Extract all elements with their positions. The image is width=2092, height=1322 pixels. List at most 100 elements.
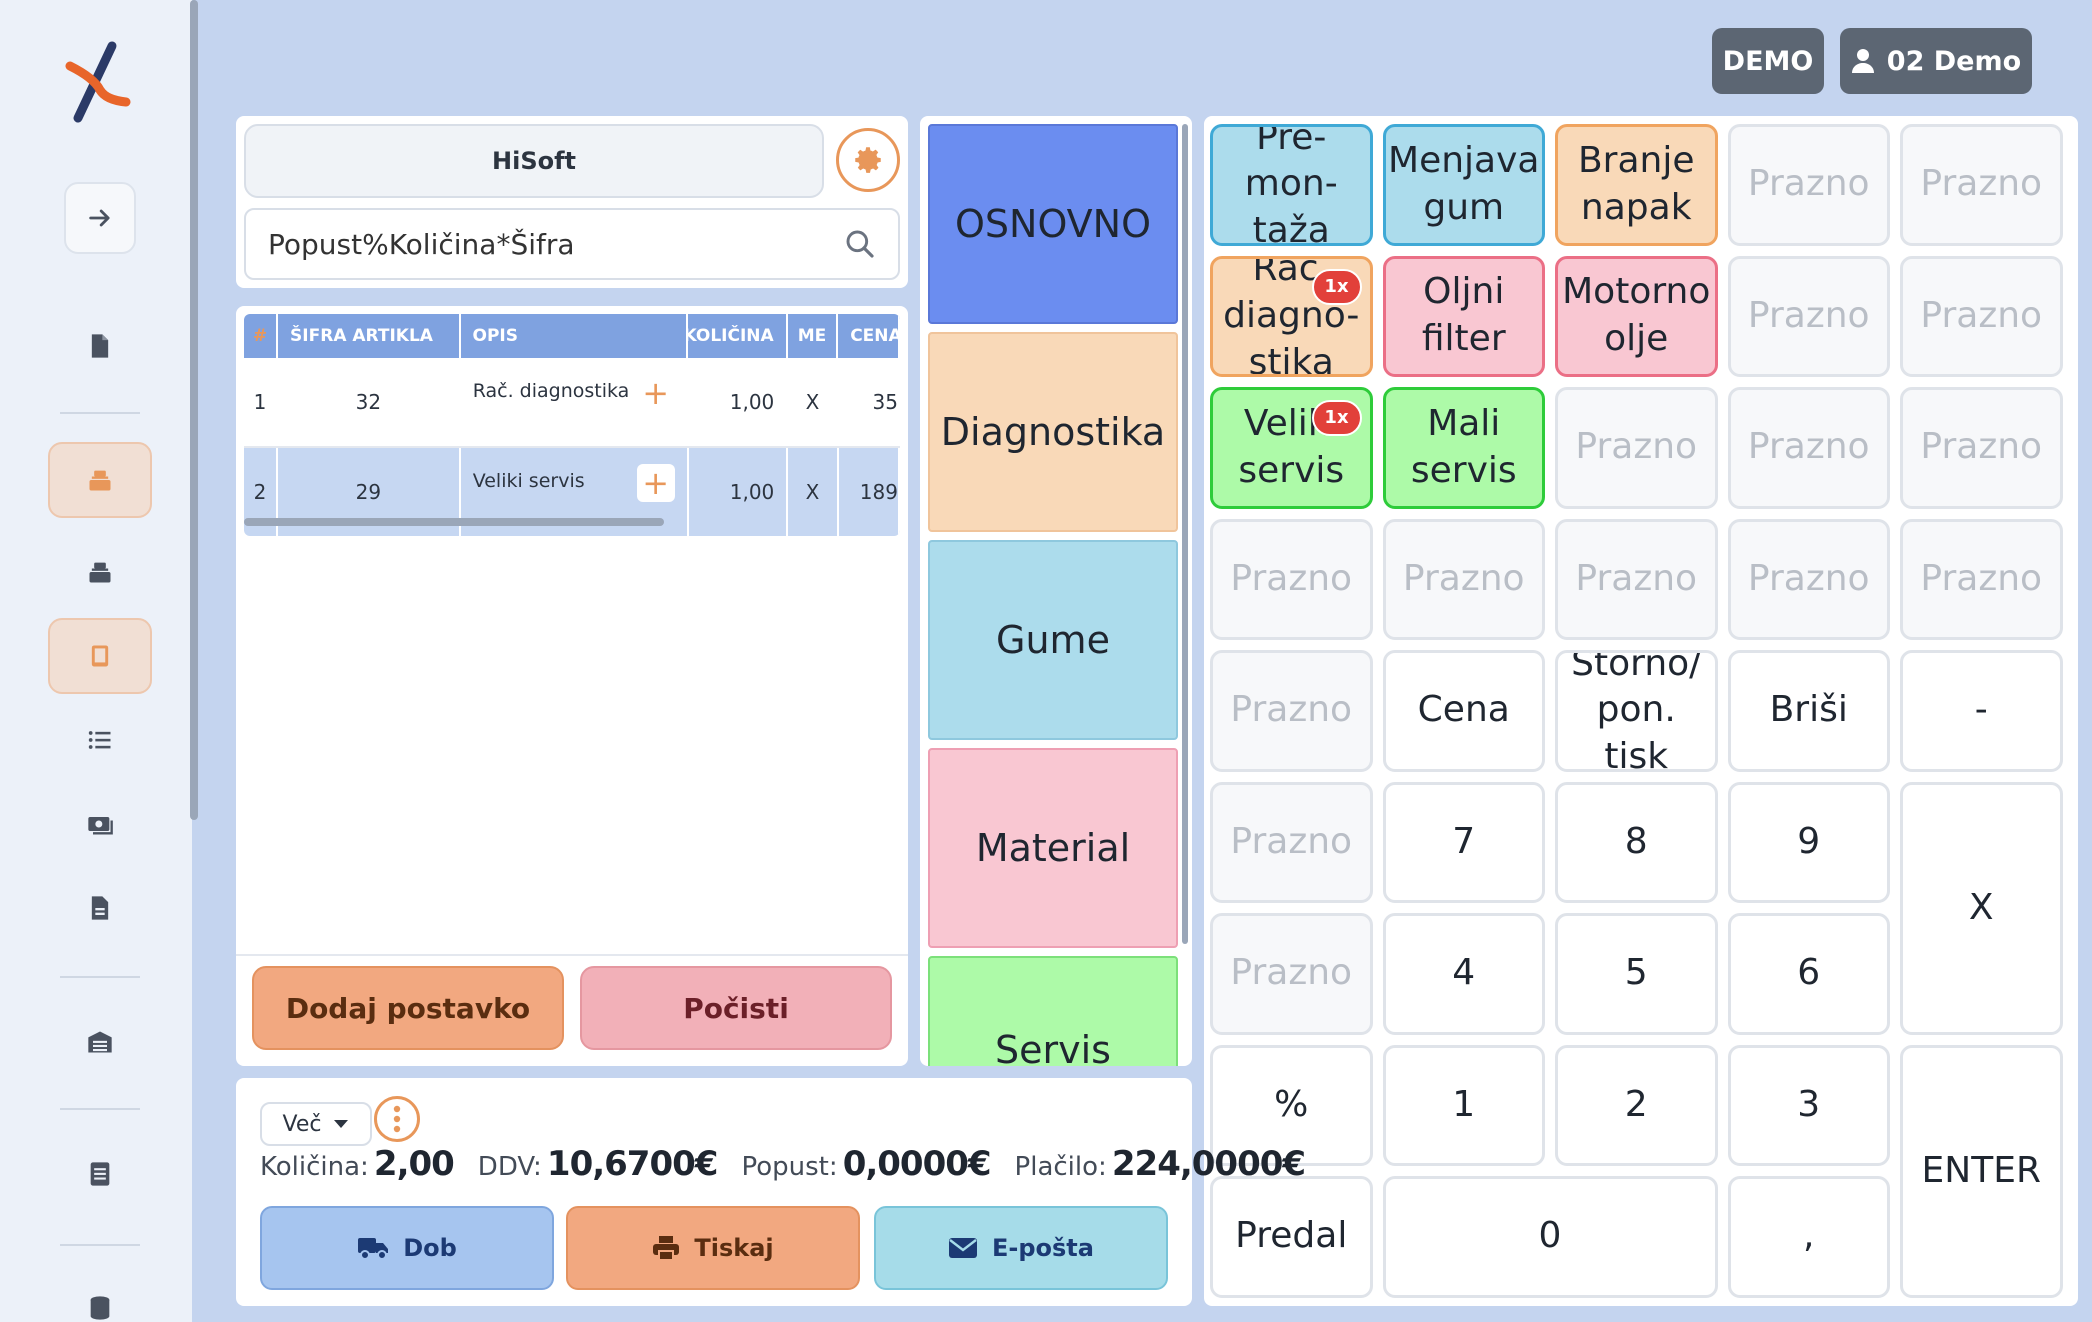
key-digit-2[interactable]: 2 <box>1555 1044 1718 1166</box>
search-input[interactable] <box>268 227 844 261</box>
plus-icon[interactable]: + <box>636 464 675 502</box>
key-empty: Prazno <box>1555 518 1718 640</box>
vat-value: 10,6700€ <box>546 1144 719 1184</box>
key-premontaza[interactable]: Pre- mon- taža <box>1210 124 1373 246</box>
search-panel: HiSoft <box>236 116 908 288</box>
sidebar-item-book[interactable] <box>48 1136 152 1212</box>
category-gume[interactable]: Gume <box>928 540 1178 740</box>
column-header[interactable]: OPIS <box>461 314 689 358</box>
key-digit-9[interactable]: 9 <box>1727 781 1890 903</box>
user-icon <box>1851 49 1874 73</box>
key-digit-0[interactable]: 0 <box>1382 1176 1718 1298</box>
more-label: Več <box>282 1111 322 1137</box>
key-label: Prazno <box>1747 294 1870 336</box>
table-scrollbar[interactable] <box>244 518 664 526</box>
key-mali-servis[interactable]: Mali servis <box>1382 387 1545 509</box>
column-header[interactable]: KOLIČINA <box>688 314 788 358</box>
sidebar-item-warehouse[interactable] <box>48 1004 152 1080</box>
key-label: Prazno <box>1230 557 1353 599</box>
key-price[interactable]: Cena <box>1382 650 1545 772</box>
expand-sidebar-button[interactable] <box>64 182 136 254</box>
category-servis[interactable]: Servis <box>928 956 1178 1066</box>
key-comma[interactable]: , <box>1727 1176 1890 1298</box>
quantity-value: 2,00 <box>373 1144 455 1184</box>
gear-icon <box>855 147 881 173</box>
key-branje-napak[interactable]: Branje napak <box>1555 124 1718 246</box>
key-empty: Prazno <box>1382 518 1545 640</box>
search-box[interactable] <box>244 208 900 280</box>
key-digit-6[interactable]: 6 <box>1727 913 1890 1035</box>
sidebar-item-documents[interactable] <box>48 308 152 384</box>
sidebar-scrollbar[interactable] <box>190 0 198 820</box>
sidebar-item-tablet[interactable] <box>48 618 152 694</box>
key-storno[interactable]: Storno/ pon. tisk <box>1555 650 1718 772</box>
search-icon[interactable] <box>844 228 876 260</box>
key-minus[interactable]: - <box>1900 650 2063 772</box>
item-description: Veliki servis <box>472 470 585 492</box>
key-digit-1[interactable]: 1 <box>1382 1044 1545 1166</box>
plus-icon[interactable]: + <box>637 374 675 412</box>
key-oljni-filter[interactable]: Oljni filter <box>1382 255 1545 377</box>
column-header[interactable]: ŠIFRA ARTIKLA <box>278 314 461 358</box>
column-header[interactable]: # <box>244 314 279 358</box>
key-empty: Prazno <box>1210 650 1373 772</box>
key-label: 4 <box>1452 952 1476 994</box>
file-invoice-icon <box>91 896 109 920</box>
settings-button[interactable] <box>836 128 900 192</box>
key-enter[interactable]: ENTER <box>1900 1044 2063 1298</box>
key-label: Prazno <box>1920 294 2043 336</box>
key-digit-3[interactable]: 3 <box>1727 1044 1890 1166</box>
key-drawer[interactable]: Predal <box>1210 1176 1373 1298</box>
key-motorno-olje[interactable]: Motorno olje <box>1555 255 1718 377</box>
column-header[interactable]: CENA <box>838 314 900 358</box>
company-button[interactable]: HiSoft <box>244 124 824 198</box>
category-material[interactable]: Material <box>928 748 1178 948</box>
item-quantity: 1,00 <box>689 358 789 446</box>
key-label: % <box>1274 1083 1309 1125</box>
key-digit-5[interactable]: 5 <box>1555 913 1718 1035</box>
demo-badge[interactable]: DEMO <box>1712 28 1824 94</box>
column-header[interactable]: ME <box>788 314 839 358</box>
caret-down-icon <box>334 1120 349 1128</box>
email-button[interactable]: E-pošta <box>874 1206 1168 1290</box>
key-digit-7[interactable]: 7 <box>1382 781 1545 903</box>
key-label: Prazno <box>1920 557 2043 599</box>
category-osnovno[interactable]: OSNOVNO <box>928 124 1178 324</box>
key-rac-diagnostika[interactable]: Rač. diagno- stika 1x <box>1210 255 1373 377</box>
key-empty: Prazno <box>1210 518 1373 640</box>
summary-panel: Več Količina: 2,00 DDV: 10,6700€ Popust:… <box>236 1078 1306 1306</box>
user-menu-button[interactable]: 02 Demo <box>1840 28 2032 94</box>
key-label: , <box>1803 1215 1815 1257</box>
item-description-cell: Rač. diagnostika + <box>461 358 689 446</box>
more-dropdown[interactable]: Več <box>260 1102 372 1146</box>
options-button[interactable] <box>374 1096 420 1142</box>
category-scrollbar[interactable] <box>1182 124 1188 944</box>
sidebar-item-database[interactable] <box>48 1270 152 1322</box>
key-label: Prazno <box>1747 557 1870 599</box>
clear-button[interactable]: Počisti <box>580 966 892 1050</box>
key-empty: Prazno <box>1900 124 2063 246</box>
key-multiply[interactable]: X <box>1900 781 2063 1035</box>
category-diagnostika[interactable]: Diagnostika <box>928 332 1178 532</box>
key-veliki-servis[interactable]: Veliki servis 1x <box>1210 387 1373 509</box>
totals-row: Količina: 2,00 DDV: 10,6700€ Popust: 0,0… <box>260 1144 1306 1184</box>
paid-label: Plačilo: <box>1014 1152 1107 1182</box>
sidebar-item-cash[interactable] <box>48 786 152 862</box>
key-delete[interactable]: Briši <box>1727 650 1890 772</box>
dob-button[interactable]: Dob <box>260 1206 554 1290</box>
vat-label: DDV: <box>477 1152 542 1182</box>
sidebar-item-list[interactable] <box>48 702 152 778</box>
sidebar-item-invoice[interactable] <box>48 870 152 946</box>
add-item-button[interactable]: Dodaj postavko <box>252 966 564 1050</box>
table-row[interactable]: 1 32 Rač. diagnostika + 1,00 X 35 <box>244 358 900 448</box>
key-empty: Prazno <box>1727 255 1890 377</box>
key-menjava-gum[interactable]: Menjava gum <box>1382 124 1545 246</box>
key-digit-8[interactable]: 8 <box>1555 781 1718 903</box>
key-empty: Prazno <box>1900 387 2063 509</box>
sidebar-item-pos-alt[interactable] <box>48 534 152 610</box>
key-digit-4[interactable]: 4 <box>1382 913 1545 1035</box>
print-button[interactable]: Tiskaj <box>566 1206 860 1290</box>
arrow-right-icon <box>89 209 110 227</box>
sidebar-item-pos[interactable] <box>48 442 152 518</box>
cash-register-icon <box>89 470 111 491</box>
